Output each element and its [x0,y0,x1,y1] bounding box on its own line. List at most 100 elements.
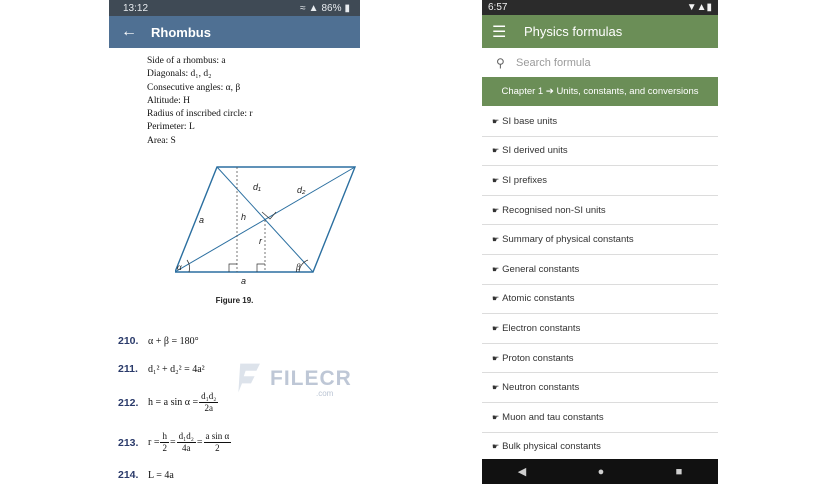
fraction-numerator: d₁d₂ [199,391,219,403]
list-item-label: Proton constants [502,352,574,364]
hand-pointer-icon: ☛ [492,412,500,422]
list-item-label: Electron constants [502,322,581,334]
list-item-label: Atomic constants [502,293,575,305]
property-line: Perimeter: L [147,122,195,133]
formula-text: L = 4a [148,469,174,481]
label-h: h [241,212,246,222]
status-bar-left: 13:12 ≈ ▲ 86% ▮ [109,0,360,16]
fraction-denominator: 2 [215,443,220,453]
back-arrow-icon[interactable]: ← [121,23,141,41]
hand-pointer-icon: ☛ [492,294,500,304]
list-item[interactable]: ☛ General constants [482,255,718,285]
formula-number: 210. [118,335,139,347]
list-item-label: Recognised non-SI units [502,204,606,216]
battery-level: 86% [321,2,342,14]
fraction: a sin α 2 [203,431,232,454]
hand-pointer-icon: ☛ [492,235,500,245]
wifi-icon: ≈ [300,2,306,14]
formula-number: 214. [118,469,139,481]
fraction-denominator: 4a [182,443,191,453]
formula-number: 213. [118,436,139,449]
app-bar-right: ☰ Physics formulas [482,15,718,48]
fraction-numerator: d₁d₂ [176,431,196,443]
formula-211: 211. d₁² + d₂² = 4a² [118,363,205,375]
label-a-left: a [199,215,204,225]
hand-pointer-icon: ☛ [492,264,500,274]
battery-icon: ▮ [344,2,350,14]
list-item[interactable]: ☛ SI base units [482,107,718,137]
watermark-logo-icon [238,363,260,393]
nav-home-button[interactable]: ● [598,466,605,478]
formula-text: d₁² + d₂² = 4a² [148,363,205,375]
formula-list: ☛ SI base units ☛ SI derived units ☛ SI pre… [482,107,718,463]
label-d2: d₂ [297,185,306,195]
fraction: h 2 [160,431,169,454]
list-item[interactable]: ☛ SI prefixes [482,166,718,196]
list-item-label: SI prefixes [502,174,548,186]
fraction-denominator: 2 [162,443,167,453]
property-line: Radius of inscribed circle: r [147,109,253,120]
list-item-label: SI derived units [502,145,568,157]
watermark-suffix: .com [316,389,334,398]
formula-text: α + β = 180° [148,335,199,347]
list-item[interactable]: ☛ Atomic constants [482,285,718,315]
list-item-label: Bulk physical constants [502,441,601,453]
formula-lhs: h = a sin α = [148,397,199,408]
formula-212: 212. h = a sin α = d₁d₂ 2a [118,391,219,414]
left-phone-screen: 13:12 ≈ ▲ 86% ▮ ← Rhombus Side of a rhom… [109,0,360,484]
list-item[interactable]: ☛ Recognised non-SI units [482,196,718,226]
label-a-bottom: a [241,276,246,285]
status-icons: ≈ ▲ 86% ▮ [300,3,350,14]
list-item-label: Muon and tau constants [502,411,604,423]
list-item[interactable]: ☛ Proton constants [482,344,718,374]
rhombus-figure: a h r d₁ d₂ α β a [175,166,357,285]
nav-recents-button[interactable]: ■ [676,466,683,478]
formula-number: 211. [118,363,138,375]
property-line: Altitude: H [147,95,191,106]
list-item[interactable]: ☛ Neutron constants [482,373,718,403]
app-bar-left: ← Rhombus [109,16,360,48]
label-d1: d₁ [253,182,261,192]
watermark-brand: FILECR [270,367,352,390]
formula-213: 213. r = h 2 = d₁d₂ 4a = a sin α 2 [118,431,232,454]
right-angle-mark-r [256,263,265,272]
formula-214: 214. L = 4a [118,469,174,481]
fraction-numerator: a sin α [203,431,232,443]
status-time-right: 6:57 [488,2,508,13]
page-title: Rhombus [151,24,211,40]
hand-pointer-icon: ☛ [492,205,500,215]
list-item[interactable]: ☛ Muon and tau constants [482,403,718,433]
figure-caption: Figure 19. [215,296,254,305]
list-item[interactable]: ☛ Electron constants [482,314,718,344]
hand-pointer-icon: ☛ [492,383,500,393]
list-item[interactable]: ☛ Summary of physical constants [482,225,718,255]
hand-pointer-icon: ☛ [492,175,500,185]
status-icons-right: ▼▲▮ [686,2,712,13]
fraction: d₁d₂ 2a [199,391,219,414]
hand-pointer-icon: ☛ [492,116,500,126]
status-time: 13:12 [123,2,149,14]
fraction: d₁d₂ 4a [176,431,196,454]
hand-pointer-icon: ☛ [492,146,500,156]
chapter-header[interactable]: Chapter 1 ➔ Units, constants, and conver… [482,77,718,106]
screenshot-stage: 13:12 ≈ ▲ 86% ▮ ← Rhombus Side of a rhom… [0,0,836,484]
rhombus-properties: Side of a rhombus: a Diagonals: d₁, d₂ C… [147,55,253,148]
label-alpha: α [177,262,182,272]
property-line: Side of a rhombus: a [147,56,226,66]
property-line: Consecutive angles: α, β [147,82,241,93]
status-bar-right: 6:57 ▼▲▮ [482,0,718,15]
label-beta: β [295,262,301,272]
search-bar[interactable]: ⚲ Search formula [482,48,718,77]
nav-back-button[interactable]: ◀ [518,465,526,478]
list-item[interactable]: ☛ Bulk physical constants [482,433,718,463]
system-nav-bar: ◀ ● ■ [482,459,718,484]
menu-icon[interactable]: ☰ [492,22,514,42]
search-icon: ⚲ [496,55,505,70]
list-item[interactable]: ☛ SI derived units [482,137,718,167]
signal-icon: ▲ [308,2,319,14]
hand-pointer-icon: ☛ [492,353,500,363]
list-item-label: Summary of physical constants [502,234,634,246]
search-input[interactable]: Search formula [516,57,591,69]
hand-pointer-icon: ☛ [492,323,500,333]
label-r: r [259,236,263,246]
